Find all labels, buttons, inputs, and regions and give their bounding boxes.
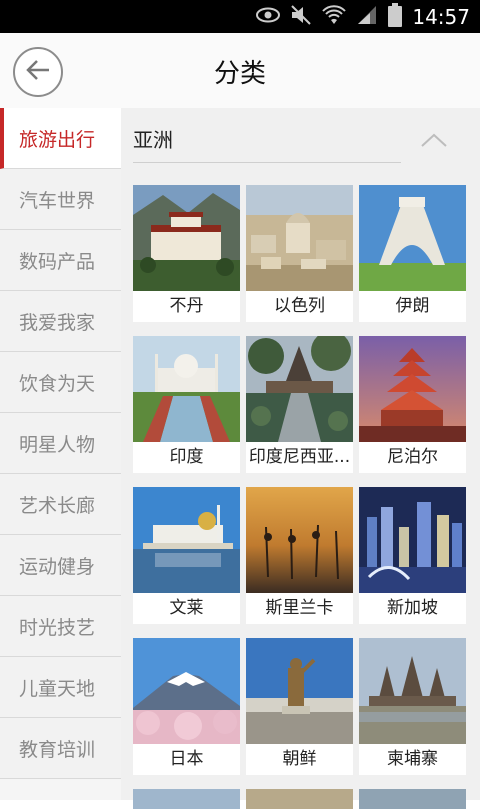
place-name: 尼泊尔 [387,447,438,467]
signal-icon [356,5,378,29]
place-photo [359,487,466,593]
sidebar-item-label: 旅游出行 [19,128,96,151]
place-card-indonesia[interactable]: 印度尼西亚... [246,336,353,473]
mute-icon [290,4,312,29]
place-name: 以色列 [274,296,325,316]
place-photo [359,789,466,809]
place-photo [246,487,353,593]
place-card-north-korea[interactable]: 朝鲜 [246,638,353,775]
place-card-partial[interactable] [359,789,466,809]
place-card-india[interactable]: 印度 [133,336,240,473]
place-name: 日本 [169,749,204,769]
place-photo [359,638,466,744]
chevron-up-icon[interactable] [421,132,447,151]
place-photo [246,638,353,744]
place-card-israel[interactable]: 以色列 [246,185,353,322]
place-photo [133,487,240,593]
place-name: 朝鲜 [282,749,317,769]
status-time: 14:57 [412,4,470,29]
region-label: 亚洲 [133,128,173,152]
sidebar-item-celebrities[interactable]: 明星人物 [0,413,121,474]
place-card-partial[interactable] [246,789,353,809]
place-photo [246,336,353,442]
place-name: 印度尼西亚... [248,447,351,467]
place-card-brunei[interactable]: 文莱 [133,487,240,624]
sidebar-item-label: 我爱我家 [19,311,96,334]
place-card-bhutan[interactable]: 不丹 [133,185,240,322]
top-app-bar: 分类 [0,33,480,109]
place-photo [359,336,466,442]
sidebar-item-label: 艺术长廊 [19,494,96,517]
sidebar-item-label: 运动健身 [19,555,96,578]
sidebar-item-label: 教育培训 [19,738,96,761]
sidebar-item-travel[interactable]: 旅游出行 [0,108,121,169]
place-name: 伊朗 [395,296,430,316]
place-photo [133,789,240,809]
wifi-icon [322,4,347,29]
region-header[interactable]: 亚洲 [133,108,401,163]
place-photo [246,185,353,291]
place-photo [133,336,240,442]
place-photo [359,185,466,291]
place-card-iran[interactable]: 伊朗 [359,185,466,322]
sidebar-item-label: 明星人物 [19,433,96,456]
sidebar-item-label: 饮食为天 [19,372,96,395]
sidebar-item-art[interactable]: 艺术长廊 [0,474,121,535]
place-photo [246,789,353,809]
sidebar-item-cars[interactable]: 汽车世界 [0,169,121,230]
status-bar: 14:57 [0,0,480,33]
category-sidebar: 旅游出行 汽车世界 数码产品 我爱我家 饮食为天 明星人物 艺术长廊 运动健身 … [0,108,122,800]
place-card-cambodia[interactable]: 柬埔寨 [359,638,466,775]
place-card-nepal[interactable]: 尼泊尔 [359,336,466,473]
place-photo [133,638,240,744]
sidebar-item-food[interactable]: 饮食为天 [0,352,121,413]
place-card-partial[interactable] [133,789,240,809]
place-name: 印度 [169,447,204,467]
sidebar-item-label: 时光技艺 [19,616,96,639]
place-card-singapore[interactable]: 新加坡 [359,487,466,624]
battery-icon [388,2,403,31]
place-card-sri-lanka[interactable]: 斯里兰卡 [246,487,353,624]
place-name: 柬埔寨 [387,749,438,769]
sidebar-item-home[interactable]: 我爱我家 [0,291,121,352]
sidebar-item-label: 儿童天地 [19,677,96,700]
sidebar-item-kids[interactable]: 儿童天地 [0,657,121,718]
sidebar-item-digital[interactable]: 数码产品 [0,230,121,291]
sidebar-item-education[interactable]: 教育培训 [0,718,121,779]
place-name: 斯里兰卡 [265,598,334,618]
sidebar-item-label: 汽车世界 [19,189,96,212]
category-content: 亚洲 不丹 以色列 伊朗 印度 印度尼西亚... 尼泊尔 文莱 斯里兰卡 新加坡… [121,108,480,809]
place-name: 文莱 [169,598,204,618]
place-name: 新加坡 [387,598,438,618]
status-icons: 14:57 [256,0,470,33]
place-card-japan[interactable]: 日本 [133,638,240,775]
page-title: 分类 [213,59,266,89]
sidebar-item-sports[interactable]: 运动健身 [0,535,121,596]
sidebar-item-label: 数码产品 [19,250,96,273]
sidebar-item-crafts[interactable]: 时光技艺 [0,596,121,657]
place-name: 不丹 [169,296,204,316]
eye-icon [256,7,281,27]
place-photo [133,185,240,291]
